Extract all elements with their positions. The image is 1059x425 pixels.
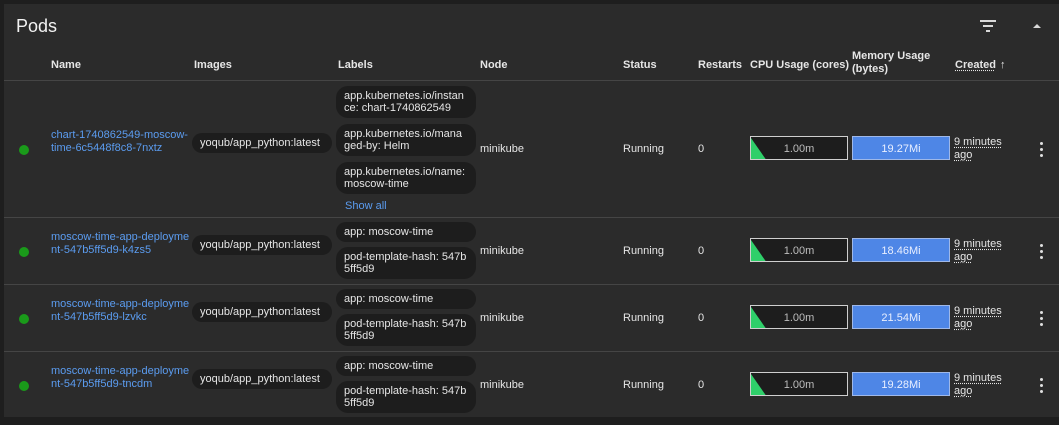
cpu-sparkline[interactable]: 1.00m <box>750 305 848 329</box>
table-row: moscow-time-app-deployment-547b5ff5d9-k4… <box>4 218 1059 285</box>
pod-name-link[interactable]: chart-1740862549-moscow-time-6c5448f8c8-… <box>51 129 191 155</box>
memory-sparkline[interactable]: 18.46Mi <box>852 238 950 262</box>
pod-name-link[interactable]: moscow-time-app-deployment-547b5ff5d9-lz… <box>51 298 191 324</box>
cpu-sparkline[interactable]: 1.00m <box>750 136 848 160</box>
node-link[interactable]: minikube <box>480 245 524 257</box>
more-vert-icon[interactable] <box>1034 241 1050 261</box>
restarts-count: 0 <box>698 312 705 324</box>
memory-value: 18.46Mi <box>881 245 921 257</box>
image-chip: yoqub/app_python:latest <box>192 369 332 389</box>
card-header: Pods <box>4 4 1059 48</box>
col-status[interactable]: Status <box>623 59 657 71</box>
memory-value: 19.28Mi <box>881 379 921 391</box>
memory-value: 21.54Mi <box>881 312 921 324</box>
cpu-value: 1.00m <box>783 312 815 324</box>
col-node[interactable]: Node <box>480 59 508 71</box>
memory-sparkline[interactable]: 19.27Mi <box>852 136 950 160</box>
status-text: Running <box>623 245 664 257</box>
filter-icon[interactable] <box>976 15 1000 37</box>
label-chip: app.kubernetes.io/managed-by: Helm <box>336 124 476 156</box>
restarts-count: 0 <box>698 245 705 257</box>
label-chip: app: moscow-time <box>336 222 476 242</box>
cpu-sparkline[interactable]: 1.00m <box>750 372 848 396</box>
created-time: 9 minutes ago <box>954 238 1002 263</box>
created-time: 9 minutes ago <box>954 305 1002 330</box>
restarts-count: 0 <box>698 143 705 155</box>
arrow-up-icon: ↑ <box>999 59 1006 71</box>
col-memory[interactable]: Memory Usage (bytes) <box>852 50 942 76</box>
node-link[interactable]: minikube <box>480 312 524 324</box>
memory-sparkline[interactable]: 21.54Mi <box>852 305 950 329</box>
status-text: Running <box>623 379 664 391</box>
col-created-label: Created <box>955 59 996 71</box>
created-time: 9 minutes ago <box>954 372 1002 397</box>
table-row: chart-1740862549-moscow-time-6c5448f8c8-… <box>4 81 1059 218</box>
col-restarts[interactable]: Restarts <box>698 59 742 71</box>
cpu-sparkline[interactable]: 1.00m <box>750 238 848 262</box>
status-text: Running <box>623 312 664 324</box>
show-all-link[interactable]: Show all <box>345 200 387 212</box>
image-chip: yoqub/app_python:latest <box>192 302 332 322</box>
more-vert-icon[interactable] <box>1034 139 1050 159</box>
cpu-value: 1.00m <box>783 379 815 391</box>
label-chip: app: moscow-time <box>336 289 476 309</box>
memory-sparkline[interactable]: 19.28Mi <box>852 372 950 396</box>
status-running-icon <box>19 145 29 155</box>
label-chip: app.kubernetes.io/name: moscow-time <box>336 162 476 194</box>
cpu-value: 1.00m <box>783 245 815 257</box>
status-running-icon <box>19 381 29 391</box>
node-link[interactable]: minikube <box>480 379 524 391</box>
more-vert-icon[interactable] <box>1034 308 1050 328</box>
status-text: Running <box>623 143 664 155</box>
chevron-up-icon[interactable] <box>1026 15 1048 37</box>
table-row: moscow-time-app-deployment-547b5ff5d9-lz… <box>4 285 1059 352</box>
col-labels: Labels <box>338 59 373 71</box>
pods-card: Pods Name Images Labels Node Status Rest… <box>4 4 1059 417</box>
label-chip: app.kubernetes.io/instance: chart-174086… <box>336 86 476 118</box>
col-images: Images <box>194 59 232 71</box>
created-time: 9 minutes ago <box>954 136 1002 161</box>
label-chip: pod-template-hash: 547b5ff5d9 <box>336 381 476 413</box>
restarts-count: 0 <box>698 379 705 391</box>
pod-name-link[interactable]: moscow-time-app-deployment-547b5ff5d9-tn… <box>51 365 191 391</box>
label-chip: pod-template-hash: 547b5ff5d9 <box>336 247 476 279</box>
node-link[interactable]: minikube <box>480 143 524 155</box>
more-vert-icon[interactable] <box>1034 375 1050 395</box>
table-header: Name Images Labels Node Status Restarts … <box>4 48 1059 81</box>
status-running-icon <box>19 247 29 257</box>
label-chip: pod-template-hash: 547b5ff5d9 <box>336 314 476 346</box>
image-chip: yoqub/app_python:latest <box>192 235 332 255</box>
col-created[interactable]: Created ↑ <box>955 59 1015 72</box>
cpu-value: 1.00m <box>783 143 815 155</box>
pod-name-link[interactable]: moscow-time-app-deployment-547b5ff5d9-k4… <box>51 231 191 257</box>
status-running-icon <box>19 314 29 324</box>
table-row: moscow-time-app-deployment-547b5ff5d9-tn… <box>4 352 1059 417</box>
col-name[interactable]: Name <box>51 59 81 71</box>
card-title: Pods <box>16 16 58 36</box>
image-chip: yoqub/app_python:latest <box>192 133 332 153</box>
label-chip: app: moscow-time <box>336 356 476 376</box>
memory-value: 19.27Mi <box>881 143 921 155</box>
col-cpu[interactable]: CPU Usage (cores) <box>750 59 849 71</box>
